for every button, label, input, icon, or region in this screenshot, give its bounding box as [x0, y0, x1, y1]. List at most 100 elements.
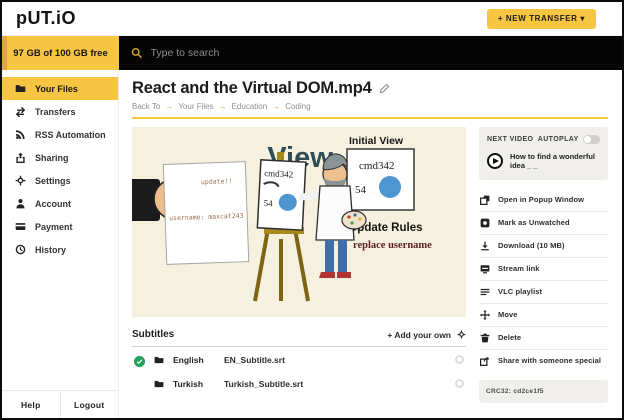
logout-button[interactable]: Logout [61, 391, 119, 418]
top-header: pUT.iO + NEW TRANSFER ▾ [2, 2, 622, 36]
breadcrumb-coding[interactable]: Coding [285, 102, 310, 111]
video-column: View Initial View cmd342 54 Update Rules… [132, 127, 466, 403]
sidebar-item-label: Settings [35, 176, 71, 186]
playlist-icon [480, 287, 490, 297]
easel-canvas: cmd342 54 [257, 160, 305, 230]
yellow-divider [132, 117, 608, 119]
subtitles-settings-icon[interactable] [457, 330, 466, 339]
rss-icon [15, 129, 26, 140]
action-mark-unwatched[interactable]: Mark as Unwatched [479, 212, 608, 235]
gear-icon [15, 175, 26, 186]
initial-view-blue-dot [379, 176, 401, 198]
main-content: React and the Virtual DOM.mp4 Back To → … [119, 70, 622, 418]
left-sidebar: Your Files Transfers RSS Automation Shar… [2, 70, 119, 418]
next-video-label: NEXT VIDEO [487, 136, 533, 143]
storage-badge: 97 GB of 100 GB free [2, 36, 119, 70]
autoplay-label: AUTOPLAY [538, 136, 579, 143]
subtitles-section: Subtitles + Add your own English [132, 329, 466, 395]
search-icon [131, 47, 143, 59]
breadcrumb-arrow-icon: → [272, 102, 280, 111]
action-stream-link[interactable]: Stream link [479, 258, 608, 281]
autoplay-toggle[interactable] [583, 135, 600, 144]
breadcrumb-arrow-icon: → [165, 102, 173, 111]
sidebar-item-payment[interactable]: Payment [2, 215, 118, 238]
subtitle-file-icon [154, 355, 164, 365]
action-vlc-playlist[interactable]: VLC playlist [479, 281, 608, 304]
page-title: React and the Virtual DOM.mp4 [132, 79, 372, 98]
sidebar-item-your-files[interactable]: Your Files [2, 77, 118, 100]
action-share[interactable]: Share with someone special [479, 350, 608, 372]
help-button[interactable]: Help [2, 391, 61, 418]
subtitle-option-icon[interactable] [455, 379, 464, 388]
breadcrumb-back-to[interactable]: Back To [132, 102, 160, 111]
play-icon[interactable] [487, 153, 503, 169]
action-label: Share with someone special [498, 356, 601, 365]
action-download[interactable]: Download (10 MB) [479, 235, 608, 258]
canvas-cmd: cmd342 [264, 168, 293, 180]
action-label: Open in Popup Window [498, 195, 584, 204]
new-transfer-button[interactable]: + NEW TRANSFER ▾ [487, 9, 596, 29]
next-video-title: How to find a wonderful idea _ _ [510, 152, 600, 171]
next-video-item[interactable]: How to find a wonderful idea _ _ [487, 152, 600, 171]
putio-logo[interactable]: pUT.iO [16, 8, 76, 29]
files-icon [15, 83, 26, 94]
sidebar-item-history[interactable]: History [2, 238, 118, 261]
add-your-own-button[interactable]: + Add your own [387, 330, 451, 340]
sidebar-item-rss-automation[interactable]: RSS Automation [2, 123, 118, 146]
replace-rule-label: replace username [353, 240, 432, 251]
card-icon [15, 221, 26, 232]
trash-icon [480, 333, 490, 343]
sidebar-item-label: History [35, 245, 66, 255]
history-icon [15, 244, 26, 255]
breadcrumb: Back To → Your Files → Education → Codin… [132, 102, 608, 111]
sidebar-item-label: Account [35, 199, 71, 209]
subtitle-filename: EN_Subtitle.srt [224, 355, 285, 365]
crc32-badge: CRC32: cd2ce1f5 [479, 380, 608, 403]
edit-pencil-icon[interactable] [379, 83, 390, 94]
sidebar-item-account[interactable]: Account [2, 192, 118, 215]
subtitles-title: Subtitles [132, 329, 174, 340]
unselected-slot [134, 378, 145, 389]
subtitle-filename: Turkish_Subtitle.srt [224, 379, 303, 389]
transfers-icon [15, 106, 26, 117]
subtitle-row-english[interactable]: English EN_Subtitle.srt [132, 347, 466, 371]
subtitles-header: Subtitles + Add your own [132, 329, 466, 347]
initial-view-box [347, 149, 414, 210]
subtitle-language: English [173, 355, 215, 365]
action-label: Delete [498, 333, 521, 342]
sidebar-item-settings[interactable]: Settings [2, 169, 118, 192]
search-bar[interactable] [119, 36, 622, 70]
subtitle-row-turkish[interactable]: Turkish Turkish_Subtitle.srt [132, 371, 466, 395]
sidebar-item-label: Transfers [35, 107, 76, 117]
initial-view-cmd: cmd342 [359, 160, 394, 172]
action-label: VLC playlist [498, 287, 542, 296]
download-icon [480, 241, 490, 251]
sidebar-item-label: Payment [35, 222, 73, 232]
sidebar-item-sharing[interactable]: Sharing [2, 146, 118, 169]
initial-view-value: 54 [355, 184, 367, 196]
breadcrumb-your-files[interactable]: Your Files [178, 102, 213, 111]
action-label: Download (10 MB) [498, 241, 565, 250]
person-icon [15, 198, 26, 209]
search-input[interactable] [151, 47, 610, 59]
popup-window-icon [480, 195, 490, 205]
action-open-popup[interactable]: Open in Popup Window [479, 189, 608, 212]
app-body: Your Files Transfers RSS Automation Shar… [2, 70, 622, 418]
move-icon [480, 310, 490, 320]
share-icon [480, 356, 490, 366]
next-video-box: NEXT VIDEO AUTOPLAY How to find a wonder… [479, 127, 608, 180]
action-label: Stream link [498, 264, 540, 273]
easel-legs [255, 229, 308, 301]
breadcrumb-arrow-icon: → [219, 102, 227, 111]
action-move[interactable]: Move [479, 304, 608, 327]
stream-icon [480, 264, 490, 274]
sidebar-item-transfers[interactable]: Transfers [2, 100, 118, 123]
file-title-row: React and the Virtual DOM.mp4 [132, 79, 608, 98]
breadcrumb-education[interactable]: Education [232, 102, 268, 111]
action-delete[interactable]: Delete [479, 327, 608, 350]
sidebar-item-label: RSS Automation [35, 130, 106, 140]
video-thumbnail[interactable]: View Initial View cmd342 54 Update Rules… [132, 127, 466, 317]
sidebar-item-label: Your Files [35, 84, 78, 94]
file-actions-panel: NEXT VIDEO AUTOPLAY How to find a wonder… [479, 127, 608, 403]
subtitle-option-icon[interactable] [455, 355, 464, 364]
